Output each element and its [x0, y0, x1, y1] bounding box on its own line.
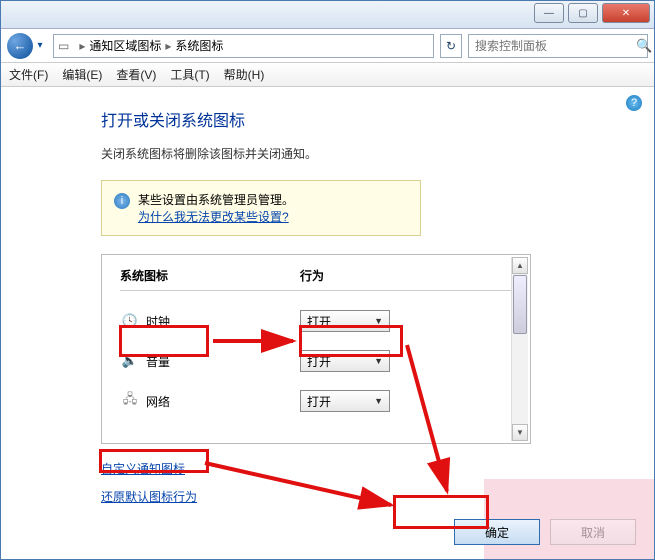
info-link[interactable]: 为什么我无法更改某些设置? [138, 210, 289, 224]
menu-bar: 文件(F) 编辑(E) 查看(V) 工具(T) 帮助(H) [1, 63, 654, 87]
column-header-icon: 系统图标 [120, 267, 300, 284]
content-pane: ? 打开或关闭系统图标 关闭系统图标将删除该图标并关闭通知。 i 某些设置由系统… [1, 87, 654, 506]
scroll-up-button[interactable]: ▲ [512, 257, 528, 274]
table-row: 🕓 时钟 打开 ▼ [120, 301, 512, 341]
row-label-volume: 音量 [140, 353, 300, 370]
cancel-button[interactable]: 取消 [550, 519, 636, 545]
nav-history-dropdown[interactable]: ▾ [33, 33, 47, 59]
breadcrumb-seg-1[interactable]: 通知区域图标 [89, 37, 161, 54]
menu-help[interactable]: 帮助(H) [224, 66, 265, 83]
select-value: 打开 [307, 393, 331, 410]
select-value: 打开 [307, 353, 331, 370]
ok-button[interactable]: 确定 [454, 519, 540, 545]
scroll-thumb[interactable] [513, 275, 527, 334]
close-button[interactable]: ✕ [602, 3, 650, 23]
column-header-behavior: 行为 [300, 267, 440, 284]
info-text-line: 某些设置由系统管理员管理。 [138, 191, 294, 208]
volume-icon: 🔈 [120, 353, 140, 369]
restore-defaults-link[interactable]: 还原默认图标行为 [101, 488, 197, 505]
menu-edit[interactable]: 编辑(E) [62, 66, 102, 83]
chevron-down-icon: ▼ [374, 316, 383, 326]
breadcrumb[interactable]: ▭ ▸ 通知区域图标 ▸ 系统图标 [53, 34, 434, 58]
row-label-network: 网络 [140, 393, 300, 410]
breadcrumb-icon: ▭ [58, 39, 69, 53]
breadcrumb-sep-icon: ▸ [79, 39, 85, 53]
footer-buttons: 确定 取消 [454, 519, 636, 545]
network-icon: 🖧 [120, 390, 140, 412]
search-icon[interactable]: 🔍 [636, 35, 652, 57]
menu-file[interactable]: 文件(F) [9, 66, 48, 83]
back-button[interactable]: ← [7, 33, 33, 59]
chevron-down-icon: ▼ [374, 396, 383, 406]
minimize-button[interactable]: — [534, 3, 564, 23]
search-box: 🔍 [468, 34, 648, 58]
page-title: 打开或关闭系统图标 [101, 107, 614, 131]
scroll-down-button[interactable]: ▼ [512, 424, 528, 441]
customize-link[interactable]: 自定义通知图标 [101, 460, 185, 477]
menu-view[interactable]: 查看(V) [116, 66, 156, 83]
refresh-button[interactable]: ↻ [440, 34, 462, 58]
info-icon: i [114, 193, 130, 209]
menu-tools[interactable]: 工具(T) [170, 66, 209, 83]
row-label-clock: 时钟 [140, 313, 300, 330]
select-value: 打开 [307, 313, 331, 330]
scrollbar[interactable]: ▲ ▼ [511, 257, 528, 441]
page-description: 关闭系统图标将删除该图标并关闭通知。 [101, 145, 614, 162]
behavior-select-clock[interactable]: 打开 ▼ [300, 310, 390, 332]
breadcrumb-sep-icon: ▸ [165, 39, 171, 53]
admin-info-box: i 某些设置由系统管理员管理。 为什么我无法更改某些设置? [101, 180, 421, 236]
titlebar: — ▢ ✕ [1, 1, 654, 29]
control-panel-window: — ▢ ✕ ← ▾ ▭ ▸ 通知区域图标 ▸ 系统图标 ↻ 🔍 文件(F) 编辑… [0, 0, 655, 560]
behavior-select-network[interactable]: 打开 ▼ [300, 390, 390, 412]
help-icon[interactable]: ? [626, 95, 642, 111]
maximize-button[interactable]: ▢ [568, 3, 598, 23]
clock-icon: 🕓 [120, 313, 140, 329]
behavior-select-volume[interactable]: 打开 ▼ [300, 350, 390, 372]
nav-back-forward: ← ▾ [7, 33, 47, 59]
chevron-down-icon: ▼ [374, 356, 383, 366]
table-row: 🖧 网络 打开 ▼ [120, 381, 512, 421]
table-row: 🔈 音量 打开 ▼ [120, 341, 512, 381]
scroll-track[interactable] [512, 275, 528, 423]
search-input[interactable] [469, 39, 636, 53]
address-bar: ← ▾ ▭ ▸ 通知区域图标 ▸ 系统图标 ↻ 🔍 [1, 29, 654, 63]
breadcrumb-seg-2[interactable]: 系统图标 [175, 37, 223, 54]
system-icons-table: 系统图标 行为 🕓 时钟 打开 ▼ 🔈 音量 打开 ▼ � [101, 254, 531, 444]
